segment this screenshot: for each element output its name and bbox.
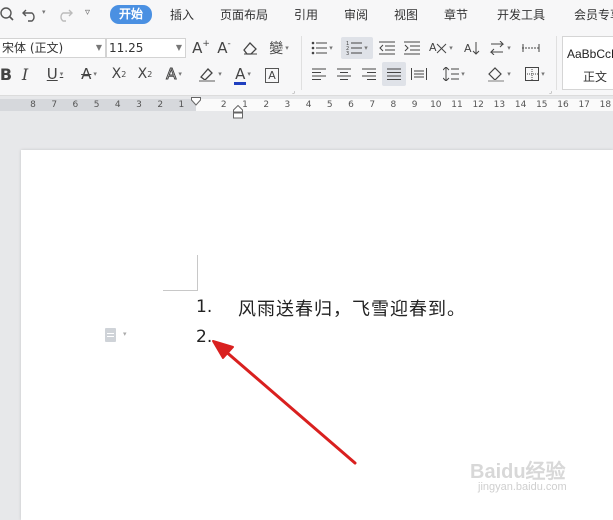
watermark-url: jingyan.baidu.com: [478, 481, 567, 493]
annotation-arrow: [212, 340, 357, 465]
watermark-logo: Baidu经验: [470, 461, 566, 483]
